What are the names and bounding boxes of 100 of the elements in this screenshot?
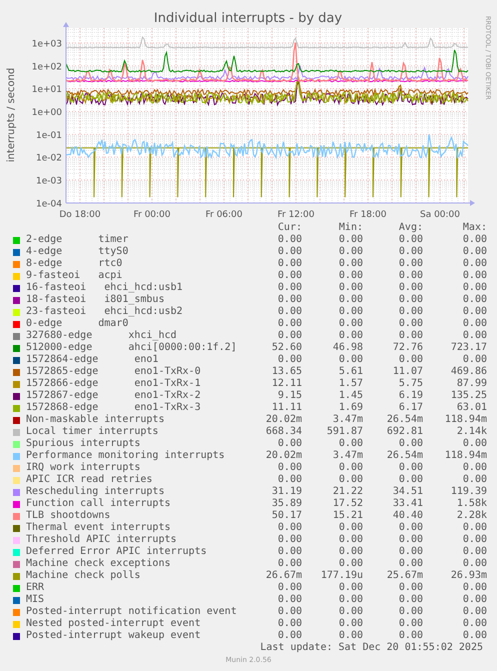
min-value: 0.00 bbox=[338, 630, 363, 642]
legend-label: Performance monitoring interrupts bbox=[26, 450, 226, 462]
min-value: 0.00 bbox=[338, 234, 363, 246]
x-tick-label: Fr 00:00 bbox=[133, 210, 171, 220]
avg-value: 0.00 bbox=[398, 234, 423, 246]
legend-label: 4-edge ttyS0 bbox=[26, 246, 130, 258]
legend-label: 16-fasteoi ehci_hcd:usb1 bbox=[26, 282, 184, 294]
cur-value: 0.00 bbox=[276, 438, 302, 450]
y-tick-label: 1e-01 bbox=[36, 130, 62, 141]
cur-value: 0.00 bbox=[276, 546, 302, 558]
legend-label: Rescheduling interrupts bbox=[26, 486, 166, 498]
x-tick-label: Fr 12:00 bbox=[277, 210, 315, 220]
avg-value: 0.00 bbox=[398, 618, 423, 630]
min-value: 0.00 bbox=[338, 258, 363, 270]
legend-label: 1572867-edge eno1-TxRx-2 bbox=[26, 390, 202, 402]
avg-value: 40.40 bbox=[392, 510, 423, 522]
cur-value: 0.00 bbox=[276, 606, 302, 618]
max-value: 0.00 bbox=[462, 258, 487, 270]
min-value: 0.00 bbox=[338, 606, 363, 618]
avg-value: 34.51 bbox=[392, 486, 423, 498]
min-value: 0.00 bbox=[338, 582, 363, 594]
x-tick-label: Fr 06:00 bbox=[205, 210, 243, 220]
min-value: 0.00 bbox=[338, 438, 363, 450]
max-value: 119.39 bbox=[450, 486, 487, 498]
min-value: 0.00 bbox=[338, 282, 363, 294]
cur-value: 0.00 bbox=[276, 558, 302, 570]
cur-value: 0.00 bbox=[276, 318, 302, 330]
avg-value: 5.75 bbox=[398, 378, 423, 390]
cur-value: 0.00 bbox=[276, 234, 302, 246]
x-tick-label: Fr 18:00 bbox=[349, 210, 387, 220]
min-value: 0.00 bbox=[338, 294, 363, 306]
legend-label: IRQ work interrupts bbox=[26, 462, 142, 474]
min-value: 15.21 bbox=[332, 510, 363, 522]
cur-value: 0.00 bbox=[276, 582, 302, 594]
max-value: 0.00 bbox=[462, 534, 487, 546]
cur-value: 13.65 bbox=[270, 366, 302, 378]
avg-value: 0.00 bbox=[398, 558, 423, 570]
avg-value: 0.00 bbox=[398, 630, 423, 642]
legend-label: MIS bbox=[26, 594, 46, 606]
legend-label: 18-fasteoi i801_smbus bbox=[26, 294, 166, 306]
avg-value: 692.81 bbox=[386, 426, 423, 438]
max-value: 0.00 bbox=[462, 606, 487, 618]
min-value: 3.47m bbox=[332, 414, 363, 426]
avg-value: 26.54m bbox=[386, 414, 423, 426]
max-value: 723.17 bbox=[450, 342, 487, 354]
cur-value: 0.00 bbox=[276, 258, 302, 270]
max-value: 469.86 bbox=[450, 366, 487, 378]
y-tick-label: 1e-04 bbox=[36, 199, 62, 210]
min-value: 0.00 bbox=[338, 354, 363, 366]
avg-value: 0.00 bbox=[398, 330, 423, 342]
max-value: 0.00 bbox=[462, 522, 487, 534]
avg-value: 0.00 bbox=[398, 462, 423, 474]
legend-label: Local timer interrupts bbox=[26, 426, 160, 438]
legend-label: ERR bbox=[26, 582, 46, 594]
cur-value: 0.00 bbox=[276, 306, 302, 318]
legend-label: Posted-interrupt notification event bbox=[26, 606, 238, 618]
max-value: 0.00 bbox=[462, 246, 487, 258]
max-value: 0.00 bbox=[462, 282, 487, 294]
x-tick-label: Sa 00:00 bbox=[420, 210, 460, 220]
legend-label: 2-edge timer bbox=[26, 234, 130, 246]
legend-label: Nested posted-interrupt event bbox=[26, 618, 202, 630]
max-value: 118.94m bbox=[444, 414, 487, 426]
min-value: 0.00 bbox=[338, 462, 363, 474]
column-header: Cur: bbox=[276, 222, 302, 234]
max-value: 0.00 bbox=[462, 318, 487, 330]
min-value: 177.19u bbox=[320, 570, 363, 582]
y-tick-label: 1e+00 bbox=[32, 108, 62, 118]
y-axis-label: interrupts / second bbox=[6, 68, 17, 162]
legend-label: 1572864-edge eno1 bbox=[26, 354, 160, 366]
legend-label: Thermal event interrupts bbox=[26, 522, 172, 534]
cur-value: 20.02m bbox=[264, 450, 302, 462]
min-value: 0.00 bbox=[338, 246, 363, 258]
min-value: 0.00 bbox=[338, 546, 363, 558]
max-value: 0.00 bbox=[462, 558, 487, 570]
avg-value: 0.00 bbox=[398, 294, 423, 306]
max-value: 0.00 bbox=[462, 462, 487, 474]
column-header: Min: bbox=[338, 222, 363, 234]
min-value: 0.00 bbox=[338, 474, 363, 486]
legend-label: Threshold APIC interrupts bbox=[26, 534, 178, 546]
min-value: 0.00 bbox=[338, 534, 363, 546]
avg-value: 6.19 bbox=[398, 390, 423, 402]
last-update-text: Last update: Sat Dec 20 01:55:02 2025 bbox=[260, 642, 483, 654]
cur-value: 20.02m bbox=[264, 414, 302, 426]
avg-value: 0.00 bbox=[398, 246, 423, 258]
column-header: Max: bbox=[462, 222, 487, 234]
cur-value: 35.89 bbox=[270, 498, 302, 510]
max-value: 0.00 bbox=[462, 594, 487, 606]
legend-label: Spurious interrupts bbox=[26, 438, 142, 450]
max-value: 0.00 bbox=[462, 546, 487, 558]
legend-label: Non-maskable interrupts bbox=[26, 414, 166, 426]
min-value: 0.00 bbox=[338, 306, 363, 318]
min-value: 5.61 bbox=[338, 366, 363, 378]
avg-value: 0.00 bbox=[398, 606, 423, 618]
max-value: 0.00 bbox=[462, 270, 487, 282]
avg-value: 0.00 bbox=[398, 354, 423, 366]
cur-value: 0.00 bbox=[276, 474, 302, 486]
cur-value: 0.00 bbox=[276, 282, 302, 294]
avg-value: 0.00 bbox=[398, 594, 423, 606]
y-tick-label: 1e+02 bbox=[32, 62, 62, 72]
max-value: 0.00 bbox=[462, 234, 487, 246]
